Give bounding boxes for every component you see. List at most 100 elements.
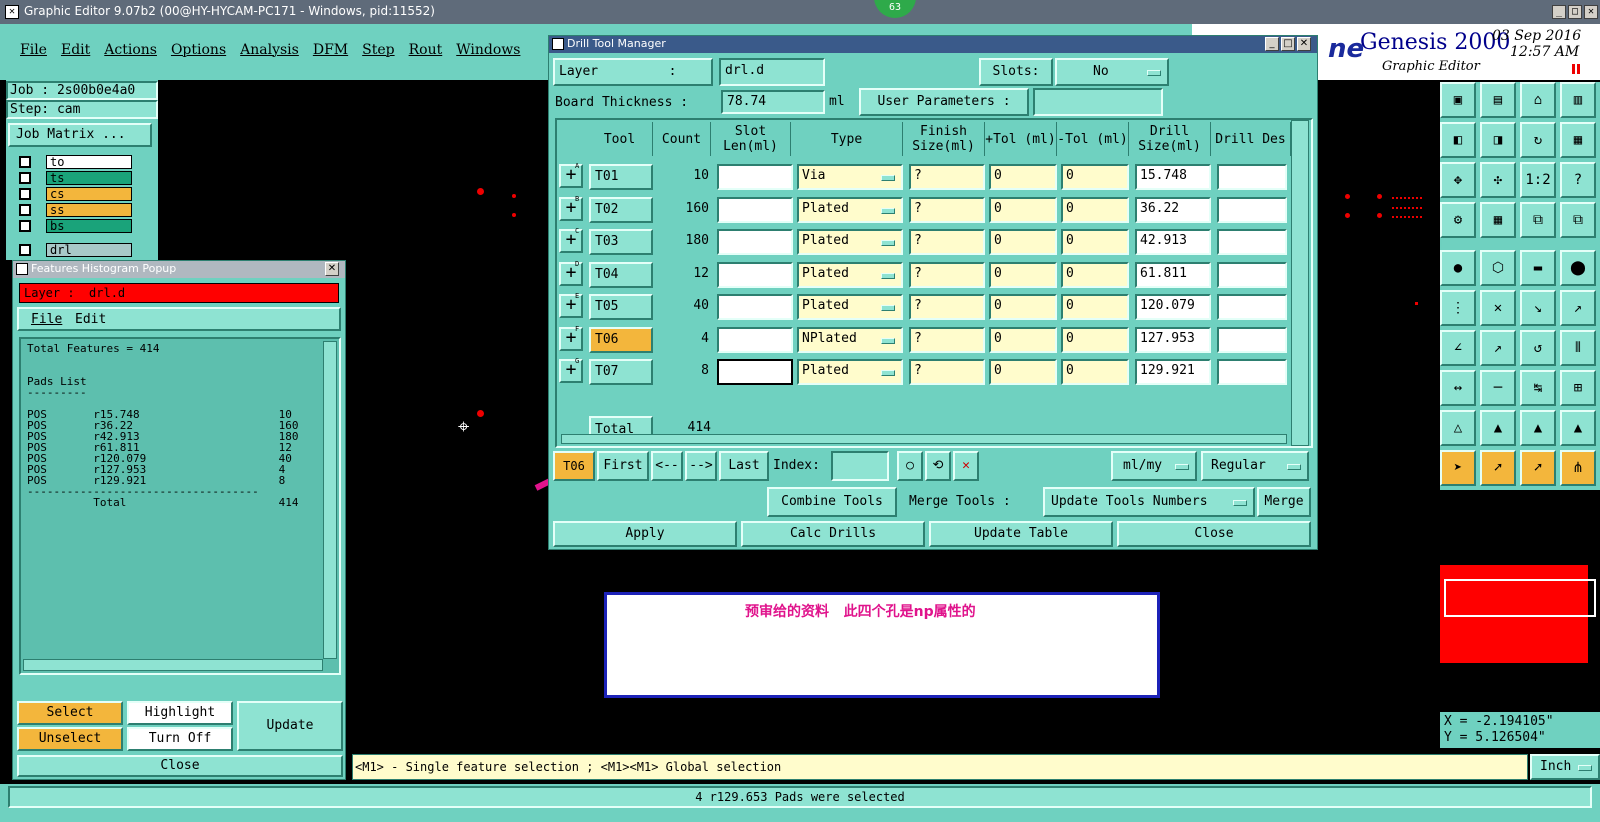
tool-icon[interactable]: ▬ bbox=[1520, 250, 1556, 286]
tool-icon[interactable]: ⋮ bbox=[1440, 290, 1476, 326]
minus-tol-input[interactable]: 0 bbox=[1061, 229, 1129, 255]
minus-tol-input[interactable]: 0 bbox=[1061, 294, 1129, 320]
close-button[interactable]: ✕ bbox=[1584, 5, 1598, 19]
tool-icon[interactable]: ➚ bbox=[1480, 450, 1516, 486]
tool-icon[interactable]: ✕ bbox=[1480, 290, 1516, 326]
plus-tol-input[interactable]: 0 bbox=[989, 164, 1057, 190]
histogram-vscroll[interactable] bbox=[323, 341, 337, 659]
row-expand-button[interactable]: + bbox=[559, 294, 583, 318]
histogram-menu-edit[interactable]: Edit bbox=[75, 312, 106, 327]
layer-field[interactable]: drl.d bbox=[719, 58, 825, 86]
layer-checkbox[interactable] bbox=[19, 244, 31, 256]
units-select[interactable]: Inch bbox=[1530, 754, 1600, 780]
table-vscroll[interactable] bbox=[1291, 120, 1309, 446]
plus-tol-input[interactable]: 0 bbox=[989, 294, 1057, 320]
tool-icon[interactable]: ⌂ bbox=[1520, 82, 1556, 118]
layer-checkbox[interactable] bbox=[19, 172, 31, 184]
highlight-button[interactable]: Highlight bbox=[127, 701, 233, 725]
histogram-close-button[interactable]: ✕ bbox=[325, 262, 339, 276]
tool-icon[interactable]: ⧉ bbox=[1520, 202, 1556, 238]
tool-icon[interactable]: ▣ bbox=[1440, 82, 1476, 118]
menu-actions[interactable]: Actions bbox=[104, 42, 157, 58]
drill-des-input[interactable] bbox=[1217, 294, 1287, 320]
tool-icon[interactable]: ▦ bbox=[1560, 122, 1596, 158]
tool-icon[interactable]: ⧉ bbox=[1560, 202, 1596, 238]
slots-dropdown[interactable]: No bbox=[1055, 58, 1169, 86]
layer-to[interactable]: to bbox=[46, 155, 132, 169]
type-dropdown[interactable]: Via bbox=[797, 164, 903, 190]
finish-size-input[interactable]: ? bbox=[909, 326, 985, 353]
drill-size-input[interactable]: 36.22 bbox=[1135, 196, 1211, 223]
minimize-button[interactable]: _ bbox=[1552, 5, 1566, 19]
slot-len-input[interactable] bbox=[717, 229, 793, 255]
combine-tools-button[interactable]: Combine Tools bbox=[767, 487, 897, 517]
tool-icon[interactable]: ✣ bbox=[1480, 162, 1516, 198]
plus-tol-input[interactable]: 0 bbox=[989, 196, 1057, 223]
tool-cell[interactable]: T04 bbox=[589, 261, 653, 288]
menu-analysis[interactable]: Analysis bbox=[240, 42, 299, 58]
minus-tol-input[interactable]: 0 bbox=[1061, 359, 1129, 385]
layer-checkbox[interactable] bbox=[19, 156, 31, 168]
row-expand-button[interactable]: + bbox=[559, 164, 583, 188]
slot-len-input[interactable] bbox=[717, 261, 793, 288]
job-matrix-button[interactable]: Job Matrix ... bbox=[8, 123, 152, 147]
dtm-maximize-button[interactable]: □ bbox=[1281, 37, 1295, 51]
tool-icon[interactable]: ↻ bbox=[1520, 122, 1556, 158]
drill-des-input[interactable] bbox=[1217, 196, 1287, 223]
histogram-close-action[interactable]: Close bbox=[17, 755, 343, 777]
finish-size-input[interactable]: ? bbox=[909, 196, 985, 223]
apply-button[interactable]: Apply bbox=[553, 521, 737, 547]
units-dropdown[interactable]: ml/my bbox=[1111, 451, 1197, 481]
bulb-icon[interactable]: ○ bbox=[897, 451, 923, 481]
plus-tol-input[interactable]: 0 bbox=[989, 261, 1057, 288]
update-button[interactable]: Update bbox=[237, 701, 343, 751]
tool-icon[interactable]: ↺ bbox=[1520, 330, 1556, 366]
minus-tol-input[interactable]: 0 bbox=[1061, 261, 1129, 288]
user-parameters-field[interactable] bbox=[1033, 88, 1163, 116]
type-dropdown[interactable]: Plated bbox=[797, 261, 903, 288]
plus-tol-input[interactable]: 0 bbox=[989, 359, 1057, 385]
tool-icon[interactable]: ➤ bbox=[1440, 450, 1476, 486]
type-dropdown[interactable]: Plated bbox=[797, 359, 903, 385]
merge-button[interactable]: Merge bbox=[1257, 487, 1311, 517]
drill-des-input[interactable] bbox=[1217, 359, 1287, 385]
board-thickness-input[interactable]: 78.74 bbox=[721, 90, 825, 114]
tool-icon[interactable]: ▲ bbox=[1560, 410, 1596, 446]
index-input[interactable] bbox=[831, 451, 889, 481]
tool-cell[interactable]: T02 bbox=[589, 196, 653, 223]
layer-checkbox[interactable] bbox=[19, 204, 31, 216]
tool-icon[interactable]: ? bbox=[1560, 162, 1596, 198]
row-expand-button[interactable]: + bbox=[559, 359, 583, 383]
dtm-close-button[interactable]: ✕ bbox=[1297, 37, 1311, 51]
layer-drl[interactable]: drl bbox=[46, 243, 132, 257]
select-button[interactable]: Select bbox=[17, 701, 123, 725]
tool-icon[interactable]: ⬤ bbox=[1560, 250, 1596, 286]
tool-icon[interactable]: ✥ bbox=[1440, 162, 1476, 198]
plus-tol-input[interactable]: 0 bbox=[989, 229, 1057, 255]
close-dialog-button[interactable]: Close bbox=[1117, 521, 1311, 547]
finish-size-input[interactable]: ? bbox=[909, 229, 985, 255]
finish-size-input[interactable]: ? bbox=[909, 164, 985, 190]
histogram-hscroll[interactable] bbox=[23, 659, 323, 671]
tool-icon[interactable]: ▥ bbox=[1560, 82, 1596, 118]
tool-icon[interactable]: ↗ bbox=[1560, 290, 1596, 326]
layer-bs[interactable]: bs bbox=[46, 219, 132, 233]
user-parameters-button[interactable]: User Parameters : bbox=[859, 88, 1029, 116]
drill-size-input[interactable]: 129.921 bbox=[1135, 359, 1211, 385]
drill-des-input[interactable] bbox=[1217, 326, 1287, 353]
tool-icon[interactable]: ∠ bbox=[1440, 330, 1476, 366]
minus-tol-input[interactable]: 0 bbox=[1061, 196, 1129, 223]
tool-icon[interactable]: 1:2 bbox=[1520, 162, 1556, 198]
drill-des-input[interactable] bbox=[1217, 261, 1287, 288]
slot-len-input[interactable] bbox=[717, 294, 793, 320]
finish-size-input[interactable]: ? bbox=[909, 294, 985, 320]
tool-cell[interactable]: T06 bbox=[589, 326, 653, 353]
drill-size-input[interactable]: 61.811 bbox=[1135, 261, 1211, 288]
tool-icon[interactable]: ↘ bbox=[1520, 290, 1556, 326]
tool-cell[interactable]: T03 bbox=[589, 229, 653, 255]
row-expand-button[interactable]: + bbox=[559, 196, 583, 221]
tool-cell[interactable]: T01 bbox=[589, 164, 653, 190]
drill-size-input[interactable]: 120.079 bbox=[1135, 294, 1211, 320]
slot-len-input[interactable] bbox=[717, 359, 793, 385]
row-expand-button[interactable]: + bbox=[559, 261, 583, 286]
